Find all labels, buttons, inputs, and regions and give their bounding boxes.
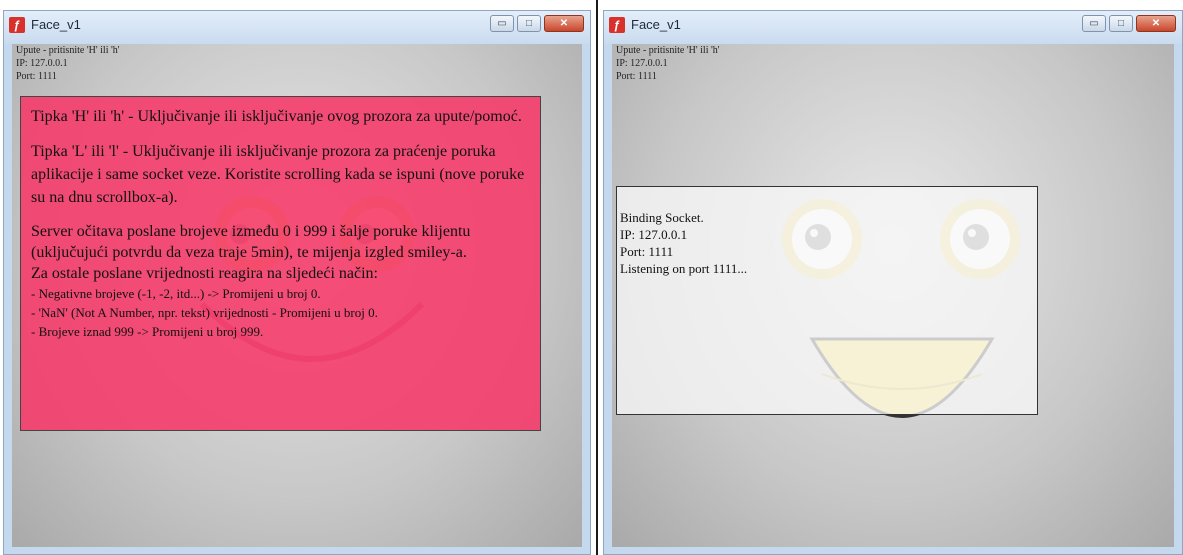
window-title: Face_v1 <box>31 17 81 32</box>
port-label: Port: 1111 <box>16 71 57 82</box>
adobe-flash-icon: ƒ <box>9 17 25 33</box>
app-canvas[interactable]: Upute - pritisnite 'H' ili 'h' IP: 127.0… <box>612 44 1174 547</box>
help-paragraph: Za ostale poslane vrijednosti reagira na… <box>31 265 378 282</box>
help-panel: Tipka 'H' ili 'h' - Uključivanje ili isk… <box>20 96 541 431</box>
log-line: Binding Socket. <box>620 210 704 225</box>
log-line: Listening on port 1111... <box>620 261 748 276</box>
help-paragraph: Tipka 'H' ili 'h' - Uključivanje ili isk… <box>31 108 522 125</box>
help-rule: - Negativne brojeve (-1, -2, itd...) -> … <box>31 286 321 301</box>
title-bar[interactable]: ƒ Face_v1 ▭ □ ✕ <box>604 11 1182 44</box>
help-hint: Upute - pritisnite 'H' ili 'h' <box>16 45 120 56</box>
connection-info: Upute - pritisnite 'H' ili 'h' IP: 127.0… <box>616 44 720 83</box>
maximize-button[interactable]: □ <box>517 15 541 32</box>
help-rule: - Brojeve iznad 999 -> Promijeni u broj … <box>31 324 264 339</box>
connection-info: Upute - pritisnite 'H' ili 'h' IP: 127.0… <box>16 44 120 83</box>
window-title: Face_v1 <box>631 17 681 32</box>
port-label: Port: 1111 <box>616 71 657 82</box>
log-line: Port: 1111 <box>620 244 674 259</box>
log-panel[interactable]: Binding Socket. IP: 127.0.0.1 Port: 1111… <box>616 186 1038 415</box>
ip-label: IP: 127.0.0.1 <box>616 58 668 69</box>
log-line: IP: 127.0.0.1 <box>620 227 688 242</box>
help-hint: Upute - pritisnite 'H' ili 'h' <box>616 45 720 56</box>
app-canvas[interactable]: Upute - pritisnite 'H' ili 'h' IP: 127.0… <box>12 44 582 547</box>
help-paragraph: Tipka 'L' ili 'l' - Uključivanje ili isk… <box>31 143 525 206</box>
close-button[interactable]: ✕ <box>1136 15 1176 32</box>
maximize-button[interactable]: □ <box>1109 15 1133 32</box>
screenshot-divider <box>596 0 598 555</box>
title-bar[interactable]: ƒ Face_v1 ▭ □ ✕ <box>4 11 590 44</box>
minimize-button[interactable]: ▭ <box>1082 15 1106 32</box>
help-rule: - 'NaN' (Not A Number, npr. tekst) vrije… <box>31 305 378 320</box>
help-paragraph: Server očitava poslane brojeve između 0 … <box>31 223 471 261</box>
app-window-left: ƒ Face_v1 ▭ □ ✕ Upute - pritisnite 'H' i… <box>3 10 591 555</box>
minimize-button[interactable]: ▭ <box>490 15 514 32</box>
ip-label: IP: 127.0.0.1 <box>16 58 68 69</box>
app-window-right: ƒ Face_v1 ▭ □ ✕ Upute - pritisnite 'H' i… <box>603 10 1183 555</box>
adobe-flash-icon: ƒ <box>609 17 625 33</box>
close-button[interactable]: ✕ <box>544 15 584 32</box>
